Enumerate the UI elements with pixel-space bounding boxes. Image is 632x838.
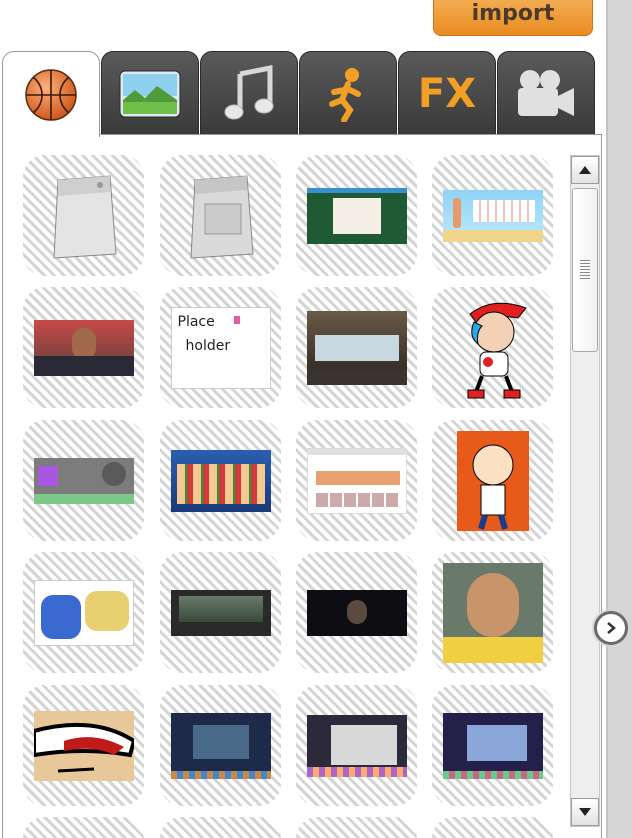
import-button[interactable]: import	[433, 0, 593, 36]
asset-tile-cartoon-beach-board[interactable]	[432, 155, 553, 276]
music-note-icon	[224, 64, 274, 119]
asset-thumbnail	[442, 562, 543, 663]
gutter-divider	[606, 0, 608, 838]
video-camera-icon	[518, 69, 574, 116]
asset-thumbnail	[306, 589, 407, 636]
landscape-icon	[119, 70, 181, 117]
vertical-scrollbar[interactable]	[570, 155, 600, 827]
asset-thumbnail	[456, 430, 529, 531]
asset-tile-dryer[interactable]	[160, 155, 281, 276]
scroll-thumb[interactable]	[572, 188, 598, 352]
asset-thumbnail	[170, 449, 271, 512]
asset-thumbnail	[442, 189, 543, 242]
asset-tile-editor-screenshot-1[interactable]	[160, 685, 281, 806]
asset-tile-webpage-green[interactable]	[296, 155, 417, 276]
asset-tile-dashcam-road[interactable]	[160, 552, 281, 673]
asset-thumbnail	[170, 589, 271, 636]
right-gutter	[606, 0, 632, 838]
asset-thumbnail	[44, 170, 124, 262]
asset-tile-cartoon-group[interactable]	[160, 420, 281, 541]
asset-thumbnail: Place holder	[170, 306, 271, 389]
asset-thumbnail	[33, 579, 134, 646]
tab-characters[interactable]	[299, 51, 397, 135]
asset-thumbnail	[181, 170, 261, 262]
tab-backgrounds[interactable]	[101, 51, 199, 135]
asset-thumbnail	[306, 310, 407, 385]
chevron-right-icon	[607, 622, 616, 634]
running-person-icon	[329, 67, 361, 122]
asset-thumbnail	[33, 710, 134, 781]
asset-tile-video-site-screenshot[interactable]	[296, 420, 417, 541]
asset-tile-mall-storefront[interactable]	[296, 287, 417, 408]
asset-tabs: FX	[2, 51, 602, 137]
asset-tile-cartoon-closeup-face[interactable]	[23, 685, 144, 806]
fx-icon: FX	[417, 70, 477, 117]
tab-video[interactable]	[497, 51, 595, 135]
asset-tile-placeholder-drawing[interactable]: Place holder	[160, 287, 281, 408]
asset-tile-dark-film-face[interactable]	[296, 552, 417, 673]
asset-tile-cartoon-boy-red-cap[interactable]	[432, 287, 553, 408]
scroll-down-button[interactable]	[571, 798, 599, 826]
asset-thumbnail	[306, 714, 407, 777]
arrow-up-icon	[579, 166, 591, 174]
placeholder-text-2: holder	[185, 337, 231, 354]
asset-tile-partial[interactable]	[432, 817, 553, 838]
asset-tile-class-photo[interactable]	[23, 287, 144, 408]
asset-tile-partial[interactable]	[296, 817, 417, 838]
tab-effects[interactable]: FX	[398, 51, 496, 135]
asset-tile-purple-profile-card[interactable]	[23, 420, 144, 541]
asset-thumbnail	[306, 187, 407, 244]
grip-icon	[580, 260, 590, 280]
tab-sounds[interactable]	[200, 51, 298, 135]
placeholder-text: Place	[177, 313, 215, 330]
asset-tile-washing-machine[interactable]	[23, 155, 144, 276]
asset-thumbnail	[33, 457, 134, 504]
collapse-panel-button[interactable]	[594, 611, 628, 645]
asset-thumbnail	[448, 292, 538, 404]
asset-tile-comic-strip[interactable]	[23, 552, 144, 673]
arrow-down-icon	[579, 808, 591, 816]
asset-thumbnail	[306, 447, 407, 514]
asset-thumbnail	[442, 712, 543, 779]
asset-tile-editor-screenshot-3[interactable]	[432, 685, 553, 806]
asset-tile-partial[interactable]	[160, 817, 281, 838]
basketball-icon	[25, 68, 77, 121]
asset-tile-cartoon-boy-orange[interactable]	[432, 420, 553, 541]
asset-tile-editor-screenshot-2[interactable]	[296, 685, 417, 806]
asset-library-panel: import FX Place holder	[0, 0, 632, 838]
tab-props[interactable]	[2, 51, 100, 137]
scroll-up-button[interactable]	[571, 156, 599, 184]
asset-thumbnail	[170, 712, 271, 779]
asset-tile-partial[interactable]	[23, 817, 144, 838]
asset-tile-portrait-boy[interactable]	[432, 552, 553, 673]
asset-thumbnail	[33, 319, 134, 376]
